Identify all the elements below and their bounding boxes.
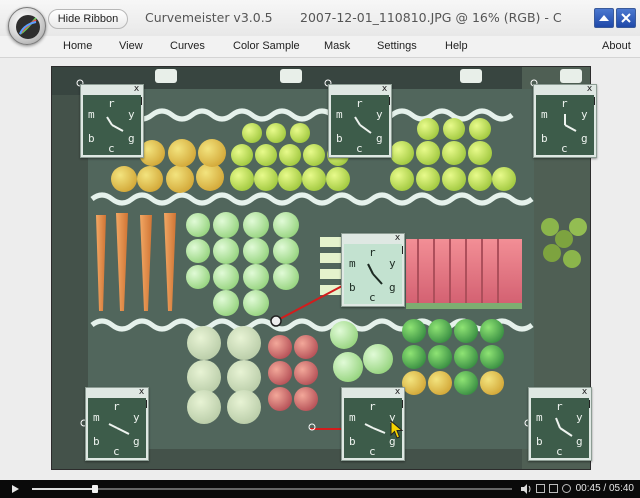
- sampler-hands: [106, 116, 124, 132]
- sampler-hands: [367, 263, 383, 285]
- seek-thumb[interactable]: [92, 485, 99, 493]
- app-name: Curvemeister v3.0.5: [145, 10, 273, 25]
- menu-settings[interactable]: Settings: [377, 40, 417, 52]
- close-icon[interactable]: x: [380, 85, 389, 94]
- sampler-hands: [564, 114, 577, 132]
- title-bar: Hide Ribbon Curvemeister v3.0.5 2007-12-…: [0, 0, 640, 36]
- color-sampler-2[interactable]: x m r y b c g: [328, 84, 392, 158]
- app-orb-button[interactable]: [8, 7, 46, 45]
- sampler-dial: m r y b c g: [344, 244, 402, 304]
- hide-ribbon-button[interactable]: Hide Ribbon: [48, 9, 128, 29]
- close-icon[interactable]: x: [137, 388, 146, 397]
- sampler-hands: [108, 423, 130, 435]
- color-sampler-4[interactable]: x m r y b c g: [341, 233, 405, 307]
- sampler-dial: m r y b c g: [531, 398, 589, 458]
- color-sampler-3[interactable]: x m r y b c g: [533, 84, 597, 158]
- menu-home[interactable]: Home: [63, 40, 92, 52]
- mouse-cursor-icon: [390, 420, 404, 439]
- video-player-bar: 00:45 / 05:40: [0, 480, 640, 498]
- color-sampler-5[interactable]: x m r y b c g: [85, 387, 149, 461]
- close-icon[interactable]: x: [393, 234, 402, 243]
- maximize-button[interactable]: [594, 8, 614, 28]
- sampler-hands: [354, 116, 372, 134]
- fullscreen-icon[interactable]: [549, 484, 558, 493]
- app-window: Hide Ribbon Curvemeister v3.0.5 2007-12-…: [0, 0, 640, 498]
- menu-color-sample[interactable]: Color Sample: [233, 40, 300, 52]
- document-title: 2007-12-01_110810.JPG @ 16% (RGB) - C...: [300, 10, 562, 25]
- timecode: 00:45 / 05:40: [575, 483, 634, 494]
- close-icon[interactable]: x: [585, 85, 594, 94]
- close-icon: [621, 13, 631, 23]
- menu-about[interactable]: About: [602, 40, 631, 52]
- menu-bar: Home View Curves Color Sample Mask Setti…: [0, 36, 640, 58]
- close-icon[interactable]: x: [580, 388, 589, 397]
- play-button[interactable]: [12, 485, 19, 493]
- sampler-hands: [555, 417, 573, 437]
- volume-icon[interactable]: [520, 484, 532, 494]
- caret-up-icon: [599, 15, 609, 21]
- menu-help[interactable]: Help: [445, 40, 468, 52]
- sampler-dial: m r y b c g: [331, 95, 389, 155]
- close-button[interactable]: [616, 8, 636, 28]
- sampler-dial: m r y b c g: [88, 398, 146, 458]
- chapters-icon[interactable]: [536, 484, 545, 493]
- menu-curves[interactable]: Curves: [170, 40, 205, 52]
- color-sampler-7[interactable]: x m r y b c g: [528, 387, 592, 461]
- curve-logo-icon: [16, 15, 40, 39]
- close-icon[interactable]: x: [132, 85, 141, 94]
- menu-view[interactable]: View: [119, 40, 143, 52]
- menu-mask[interactable]: Mask: [324, 40, 350, 52]
- close-icon[interactable]: x: [393, 388, 402, 397]
- settings-icon[interactable]: [562, 484, 571, 493]
- seek-progress: [32, 488, 96, 490]
- sampler-dial: m r y b c g: [536, 95, 594, 155]
- sampler-dial: m r y b c g: [83, 95, 141, 155]
- seek-bar[interactable]: [32, 485, 512, 493]
- color-sampler-1[interactable]: x m r y b c g: [80, 84, 144, 158]
